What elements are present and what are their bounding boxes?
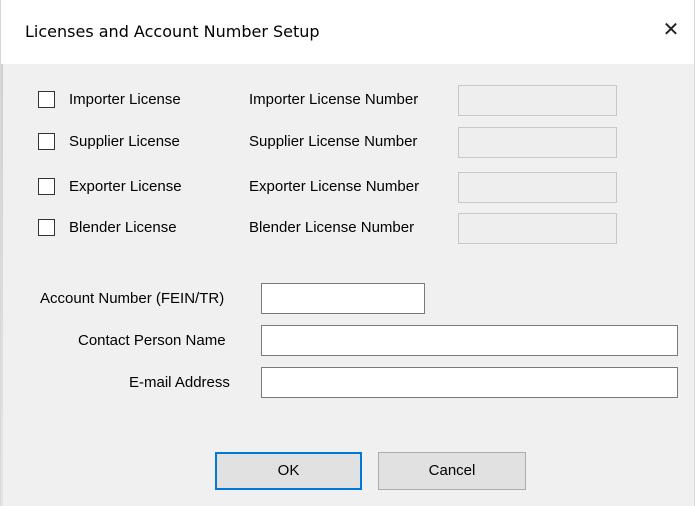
importer-license-checkbox[interactable] <box>38 91 55 108</box>
title-bar: Licenses and Account Number Setup ✕ <box>1 0 694 64</box>
email-address-input[interactable] <box>261 367 678 398</box>
contact-person-input[interactable] <box>261 325 678 356</box>
account-number-label: Account Number (FEIN/TR) <box>40 290 225 307</box>
importer-license-number-label: Importer License Number <box>249 91 419 108</box>
close-icon[interactable]: ✕ <box>656 14 686 44</box>
blender-license-number-label: Blender License Number <box>249 219 415 236</box>
importer-license-number-field <box>458 85 617 116</box>
account-number-input[interactable] <box>261 283 425 314</box>
ok-button[interactable]: OK <box>215 452 362 490</box>
supplier-license-checkbox[interactable] <box>38 133 55 150</box>
exporter-license-number-label: Exporter License Number <box>249 178 420 195</box>
blender-license-label[interactable]: Blender License <box>69 219 177 236</box>
supplier-license-number-label: Supplier License Number <box>249 133 418 150</box>
licenses-dialog: Licenses and Account Number Setup ✕ Impo… <box>0 0 695 506</box>
cancel-button[interactable]: Cancel <box>378 452 526 490</box>
email-address-label: E-mail Address <box>129 374 230 391</box>
blender-license-checkbox[interactable] <box>38 219 55 236</box>
exporter-license-number-field <box>458 172 617 203</box>
contact-person-label: Contact Person Name <box>78 332 226 349</box>
exporter-license-label[interactable]: Exporter License <box>69 178 182 195</box>
window-edge <box>1 64 3 506</box>
importer-license-label[interactable]: Importer License <box>69 91 181 108</box>
exporter-license-checkbox[interactable] <box>38 178 55 195</box>
supplier-license-number-field <box>458 127 617 158</box>
supplier-license-label[interactable]: Supplier License <box>69 133 180 150</box>
blender-license-number-field <box>458 213 617 244</box>
dialog-title: Licenses and Account Number Setup <box>25 22 320 41</box>
